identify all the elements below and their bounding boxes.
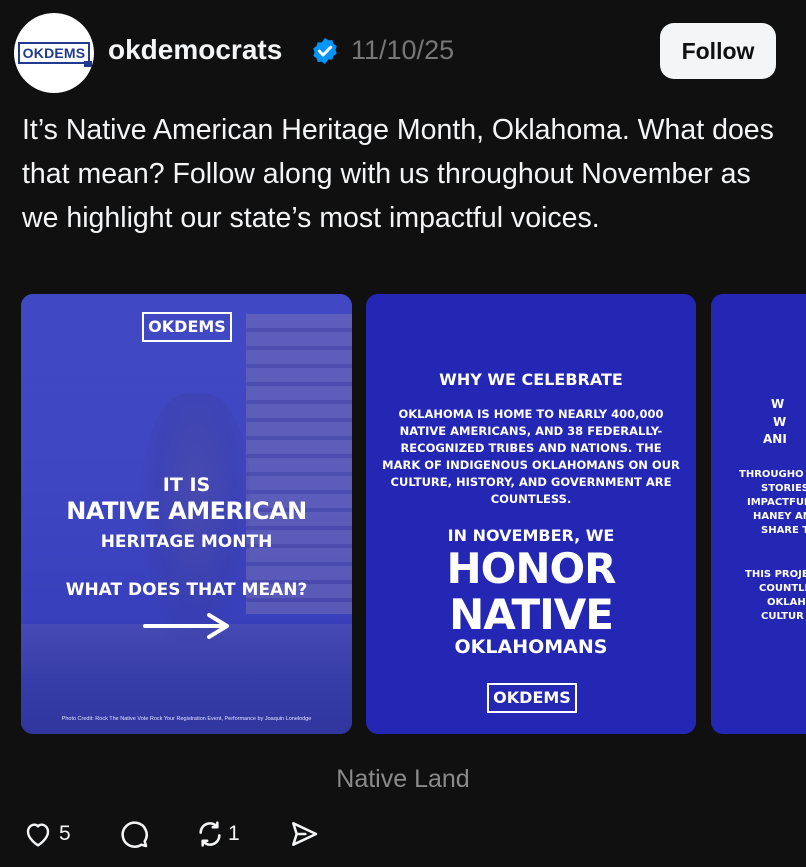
photo-credit: Photo Credit: Rock The Native Vote Rock … <box>61 716 312 722</box>
card1-line4: WHAT DOES THAT MEAN? <box>65 580 308 600</box>
username[interactable]: okdemocrats <box>108 34 282 66</box>
card3-text: SHARE T <box>761 525 806 536</box>
card1-line3: HERITAGE MONTH <box>100 532 273 552</box>
image-carousel[interactable]: OKDEMS IT IS NATIVE AMERICAN HERITAGE MO… <box>0 294 806 736</box>
card2-big-native: NATIVE <box>449 590 614 639</box>
okdems-logo: OKDEMS <box>487 683 577 713</box>
card2-big-honor: HONOR <box>446 544 616 593</box>
share-icon <box>292 822 318 846</box>
card3-text: OKLAHO <box>767 597 806 608</box>
okdems-logo: OKDEMS <box>142 312 232 342</box>
post-timestamp: 11/10/25 <box>351 35 455 65</box>
card3-text: ANI <box>763 432 787 446</box>
share-button[interactable] <box>288 818 320 850</box>
heart-icon <box>26 823 50 847</box>
card3-text: COUNTLE <box>759 583 806 594</box>
carousel-card-3[interactable]: W W ANI THROUGHO STORIES IMPACTFUL HANEY… <box>711 294 806 734</box>
avatar[interactable]: OKDEMS <box>14 13 94 93</box>
card3-text: STORIES <box>761 483 806 494</box>
card3-text: CULTUR <box>761 611 804 622</box>
carousel-card-1[interactable]: OKDEMS IT IS NATIVE AMERICAN HERITAGE MO… <box>21 294 352 734</box>
like-button[interactable]: 5 <box>22 818 71 850</box>
verified-badge-icon <box>313 37 337 65</box>
card3-text: W <box>771 397 785 411</box>
card1-line1: IT IS <box>162 474 211 496</box>
card2-body: OKLAHOMA IS HOME TO NEARLY 400,000 NATIV… <box>382 407 680 506</box>
follow-button[interactable]: Follow <box>660 23 776 79</box>
comment-button[interactable] <box>118 818 150 850</box>
post-caption: It’s Native American Heritage Month, Okl… <box>22 114 774 234</box>
card3-text: THROUGHO <box>739 469 804 480</box>
location-tag[interactable]: Native Land <box>0 765 806 794</box>
comment-icon <box>121 821 148 848</box>
card1-line2: NATIVE AMERICAN <box>66 497 307 525</box>
post-header: OKDEMS okdemocrats 11/10/25 Follow <box>14 12 794 94</box>
carousel-card-2[interactable]: WHY WE CELEBRATE OKLAHOMA IS HOME TO NEA… <box>366 294 696 734</box>
card2-heading: WHY WE CELEBRATE <box>439 370 623 389</box>
like-count: 5 <box>59 822 71 845</box>
repost-button[interactable]: 1 <box>194 818 240 850</box>
card3-text: W <box>773 415 787 429</box>
card3-text: IMPACTFUL <box>747 497 806 508</box>
card3-text: THIS PROJE <box>745 569 806 580</box>
card2-tail: OKLAHOMANS <box>454 636 608 658</box>
repost-count: 1 <box>228 822 240 845</box>
repost-icon <box>199 821 221 847</box>
card2-subheading: IN NOVEMBER, WE <box>447 526 615 545</box>
avatar-logo: OKDEMS <box>17 42 92 67</box>
card3-text: HANEY AN <box>753 511 806 522</box>
arrow-right-icon <box>143 613 229 639</box>
